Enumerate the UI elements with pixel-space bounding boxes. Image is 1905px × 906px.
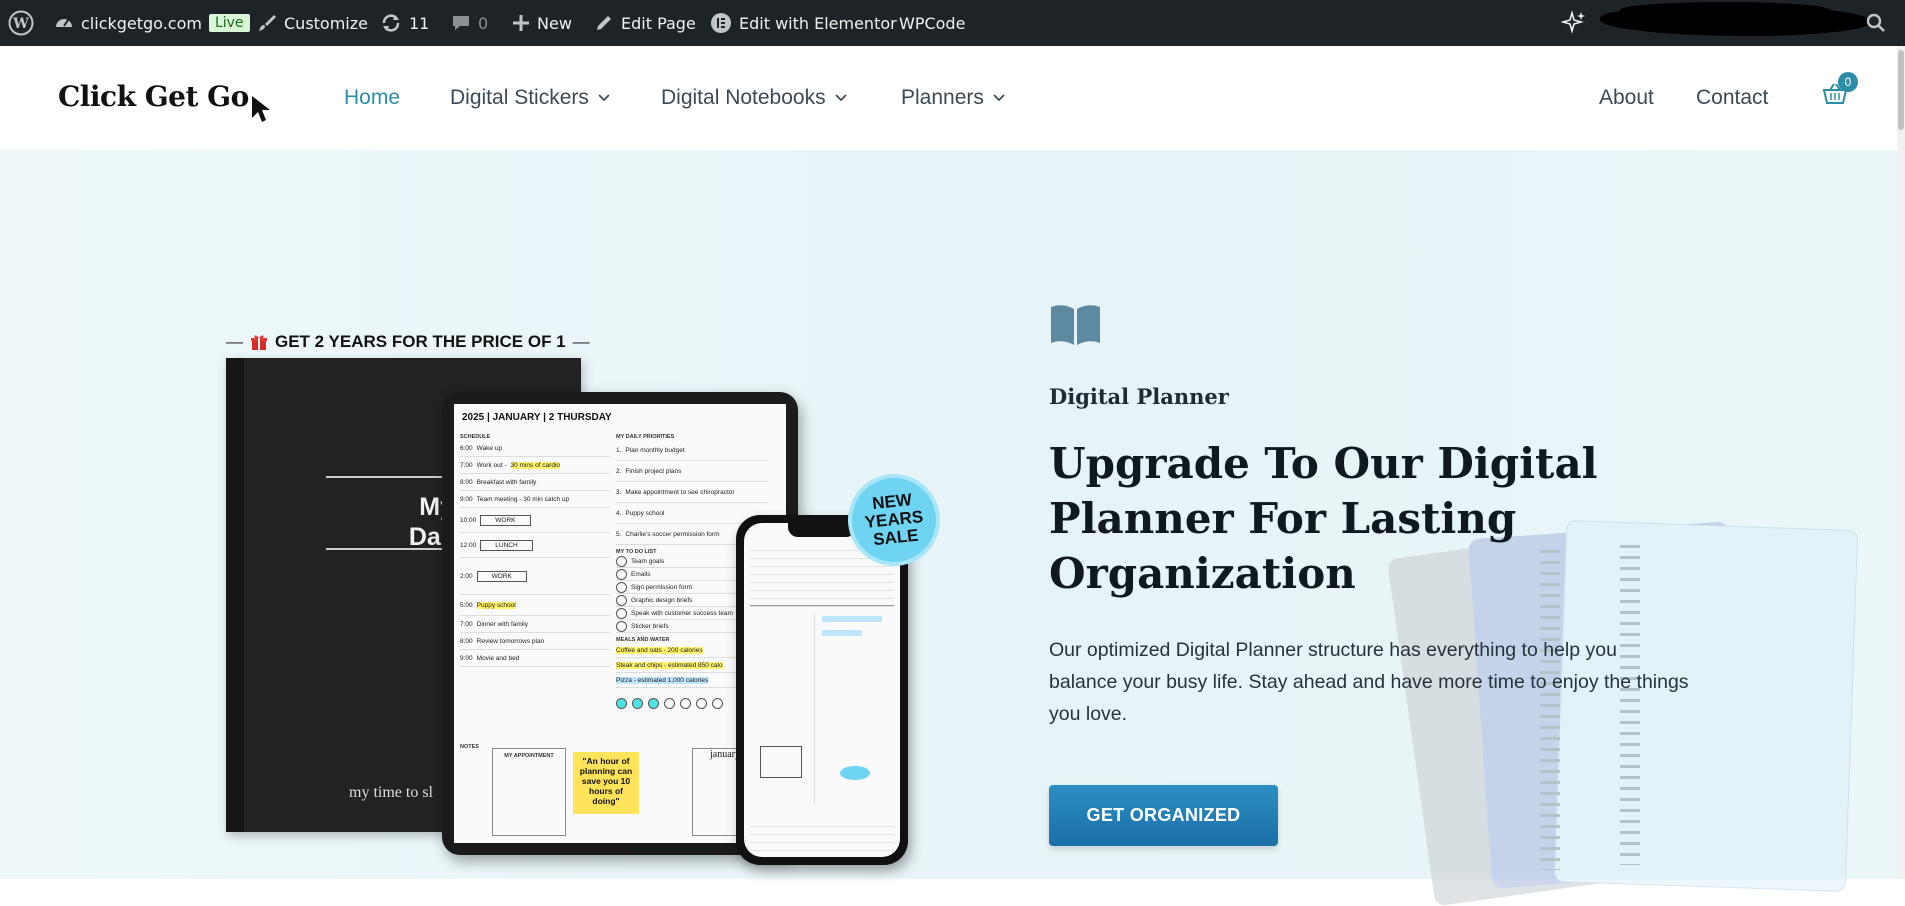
phone-mockup xyxy=(736,515,908,865)
notes-section: NOTES MY APPOINTMENT january xyxy=(460,740,760,836)
page-scrollbar[interactable] xyxy=(1897,46,1905,879)
wordpress-logo-icon[interactable]: W xyxy=(8,0,34,46)
edit-with-elementor-link[interactable]: Edit with Elementor xyxy=(710,0,897,46)
svg-text:W: W xyxy=(12,16,29,32)
customize-label: Customize xyxy=(284,13,368,33)
comment-icon xyxy=(453,16,469,30)
updates-link[interactable]: 11 xyxy=(380,0,429,46)
nav-contact[interactable]: Contact xyxy=(1696,86,1768,110)
cover-tagline: my time to sl xyxy=(349,784,433,801)
updates-count: 11 xyxy=(409,13,430,33)
live-badge: Live xyxy=(208,14,250,32)
nav-contact-label: Contact xyxy=(1696,86,1769,109)
paintbrush-icon xyxy=(259,15,276,31)
scrollbar-thumb[interactable] xyxy=(1898,50,1904,130)
new-label: New xyxy=(537,13,572,33)
tablet-header: 2025 | JANUARY | 2 THURSDAY xyxy=(462,412,612,423)
site-name-link[interactable]: clickgetgo.com Live xyxy=(54,0,250,46)
cart-count-badge: 0 xyxy=(1838,72,1858,92)
promo-banner: — GET 2 YEARS FOR THE PRICE OF 1 — xyxy=(226,332,590,351)
chevron-down-icon xyxy=(598,94,610,102)
site-name: clickgetgo.com xyxy=(81,13,202,33)
nav-home-label: Home xyxy=(344,86,401,109)
comments-count: 0 xyxy=(478,13,489,33)
nav-digital-notebooks[interactable]: Digital Notebooks xyxy=(661,86,847,110)
open-book-icon xyxy=(1051,305,1100,345)
admin-bar: W clickgetgo.com Live Customize 11 0 New… xyxy=(0,0,1905,46)
chevron-down-icon xyxy=(834,94,847,102)
nav-digital-notebooks-label: Digital Notebooks xyxy=(661,86,826,109)
wpcode-label: WPCode xyxy=(899,13,966,33)
nav-home[interactable]: Home xyxy=(344,86,400,110)
pencil-icon xyxy=(597,16,611,30)
search-icon[interactable] xyxy=(1866,0,1886,46)
edit-page-link[interactable]: Edit Page xyxy=(594,0,696,46)
customize-link[interactable]: Customize xyxy=(257,0,368,46)
quote-sticky-note: "An hour of planning can save you 10 hou… xyxy=(573,752,639,814)
get-organized-button[interactable]: GET ORGANIZED xyxy=(1049,785,1278,846)
cursor-icon xyxy=(252,96,270,122)
dashboard-icon xyxy=(56,19,72,27)
section-eyebrow: Digital Planner xyxy=(1049,384,1229,409)
edit-page-label: Edit Page xyxy=(621,13,696,33)
gift-icon xyxy=(251,335,267,350)
nav-digital-stickers-label: Digital Stickers xyxy=(450,86,589,109)
nav-digital-stickers[interactable]: Digital Stickers xyxy=(450,86,610,110)
hero-headline: Upgrade To Our Digital Planner For Lasti… xyxy=(1049,439,1598,598)
plus-icon xyxy=(513,15,529,31)
elementor-icon xyxy=(711,13,731,33)
promo-text: GET 2 YEARS FOR THE PRICE OF 1 xyxy=(275,332,566,351)
comments-link[interactable]: 0 xyxy=(451,0,488,46)
nav-planners[interactable]: Planners xyxy=(901,86,1005,110)
hero-description: Our optimized Digital Planner structure … xyxy=(1049,639,1689,725)
edit-with-elementor-label: Edit with Elementor xyxy=(739,13,897,33)
site-logo[interactable]: Click Get Go xyxy=(58,80,249,113)
chevron-down-icon xyxy=(993,94,1005,102)
updates-icon xyxy=(382,14,400,32)
phone-screen xyxy=(744,523,900,857)
redacted-user-account-2 xyxy=(1620,2,1830,18)
nav-about-label: About xyxy=(1599,86,1654,109)
ai-sparkle-icon[interactable] xyxy=(1561,0,1587,46)
wpcode-link[interactable]: WPCode xyxy=(899,0,965,46)
nav-about[interactable]: About xyxy=(1599,86,1654,110)
nav-planners-label: Planners xyxy=(901,86,984,109)
schedule-column: SCHEDULE 6:00 Wake up 7:00 Work out -30 mi… xyxy=(460,430,610,667)
site-header: Click Get Go Home Digital Stickers Digit… xyxy=(0,46,1905,150)
new-link[interactable]: New xyxy=(512,0,572,46)
